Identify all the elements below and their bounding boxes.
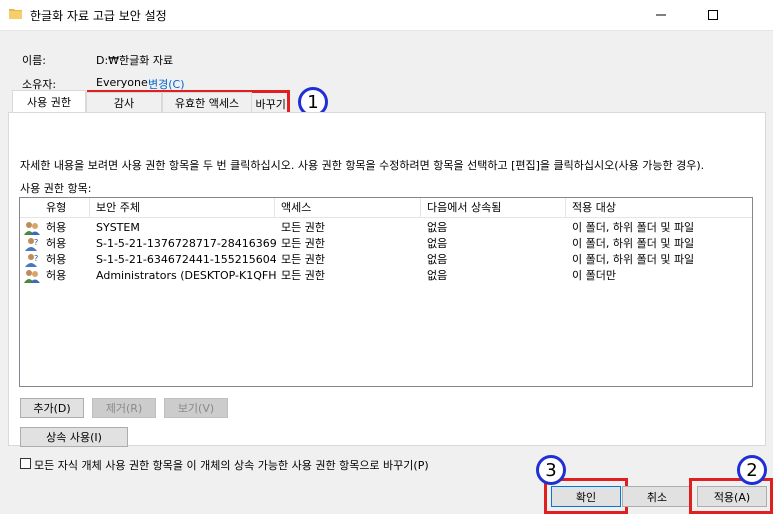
- maximize-icon: [708, 10, 718, 20]
- replace-children-checkbox[interactable]: [20, 458, 31, 469]
- minimize-button[interactable]: [638, 0, 684, 30]
- row-principal: SYSTEM: [96, 221, 140, 234]
- unknown-user-icon: ?: [25, 238, 38, 251]
- row-access: 모든 권한: [281, 221, 325, 234]
- svg-text:?: ?: [34, 254, 38, 263]
- row-applies: 이 폴더, 하위 폴더 및 파일: [572, 253, 695, 266]
- entries-label: 사용 권한 항목:: [20, 182, 92, 195]
- column-inherited-from[interactable]: 다음에서 상속됨: [421, 198, 566, 218]
- folder-icon: [9, 9, 22, 19]
- row-access: 모든 권한: [281, 269, 325, 282]
- list-header: 유형 보안 주체 액세스 다음에서 상속됨 적용 대상: [20, 198, 752, 218]
- view-button[interactable]: 보기(V): [164, 398, 228, 418]
- owner-value: Everyone: [96, 76, 148, 89]
- row-inherited: 없음: [427, 269, 448, 282]
- column-access[interactable]: 액세스: [275, 198, 421, 218]
- row-inherited: 없음: [427, 253, 448, 266]
- row-type: 허용: [46, 253, 67, 266]
- row-access: 모든 권한: [281, 237, 325, 250]
- remove-button[interactable]: 제거(R): [92, 398, 156, 418]
- column-type[interactable]: 유형: [20, 198, 90, 218]
- maximize-button[interactable]: [690, 0, 736, 30]
- annotation-badge-3: 3: [536, 455, 566, 485]
- row-principal: Administrators (DESKTOP-K1QFH3...: [96, 269, 276, 282]
- row-inherited: 없음: [427, 221, 448, 234]
- row-type: 허용: [46, 269, 67, 282]
- tab-effective-access[interactable]: 유효한 액세스: [162, 92, 252, 112]
- svg-text:?: ?: [34, 238, 38, 247]
- tab-permissions[interactable]: 사용 권한: [12, 90, 86, 112]
- table-row[interactable]: ? 허용 S-1-5-21-1376728717-28416369... 모든 …: [20, 236, 752, 252]
- table-row[interactable]: 허용 Administrators (DESKTOP-K1QFH3... 모든 …: [20, 268, 752, 284]
- row-applies: 이 폴더, 하위 폴더 및 파일: [572, 221, 695, 234]
- row-access: 모든 권한: [281, 253, 325, 266]
- ok-button[interactable]: 확인: [551, 486, 621, 507]
- group-user-icon: [24, 270, 40, 283]
- title-bar: 한글화 자료 고급 보안 설정: [0, 0, 773, 30]
- row-principal: S-1-5-21-634672441-155215604...: [96, 253, 276, 266]
- group-user-icon: [24, 222, 40, 235]
- enable-inheritance-button[interactable]: 상속 사용(I): [20, 427, 128, 447]
- row-principal: S-1-5-21-1376728717-28416369...: [96, 237, 276, 250]
- row-applies: 이 폴더, 하위 폴더 및 파일: [572, 237, 695, 250]
- row-inherited: 없음: [427, 237, 448, 250]
- minimize-icon: [656, 14, 666, 16]
- tab-auditing[interactable]: 감사: [86, 92, 162, 112]
- name-value: D:₩한글화 자료: [96, 54, 174, 67]
- unknown-user-icon: ?: [25, 254, 38, 267]
- table-row[interactable]: 허용 SYSTEM 모든 권한 없음 이 폴더, 하위 폴더 및 파일: [20, 220, 752, 236]
- apply-button[interactable]: 적용(A): [697, 486, 767, 507]
- row-type: 허용: [46, 221, 67, 234]
- row-type: 허용: [46, 237, 67, 250]
- row-applies: 이 폴더만: [572, 269, 616, 282]
- permission-entries-list[interactable]: 유형 보안 주체 액세스 다음에서 상속됨 적용 대상 허용 SYSTEM 모든…: [19, 197, 753, 387]
- cancel-button[interactable]: 취소: [622, 486, 692, 507]
- annotation-badge-2: 2: [737, 455, 767, 485]
- instructions-text: 자세한 내용을 보려면 사용 권한 항목을 두 번 클릭하십시오. 사용 권한 …: [20, 159, 705, 172]
- replace-children-label[interactable]: 모든 자식 개체 사용 권한 항목을 이 개체의 상속 가능한 사용 권한 항목…: [34, 457, 429, 473]
- window-title: 한글화 자료 고급 보안 설정: [30, 9, 167, 23]
- name-label: 이름:: [22, 54, 46, 67]
- add-button[interactable]: 추가(D): [20, 398, 84, 418]
- column-principal[interactable]: 보안 주체: [90, 198, 275, 218]
- table-row[interactable]: ? 허용 S-1-5-21-634672441-155215604... 모든 …: [20, 252, 752, 268]
- column-applies-to[interactable]: 적용 대상: [566, 198, 752, 218]
